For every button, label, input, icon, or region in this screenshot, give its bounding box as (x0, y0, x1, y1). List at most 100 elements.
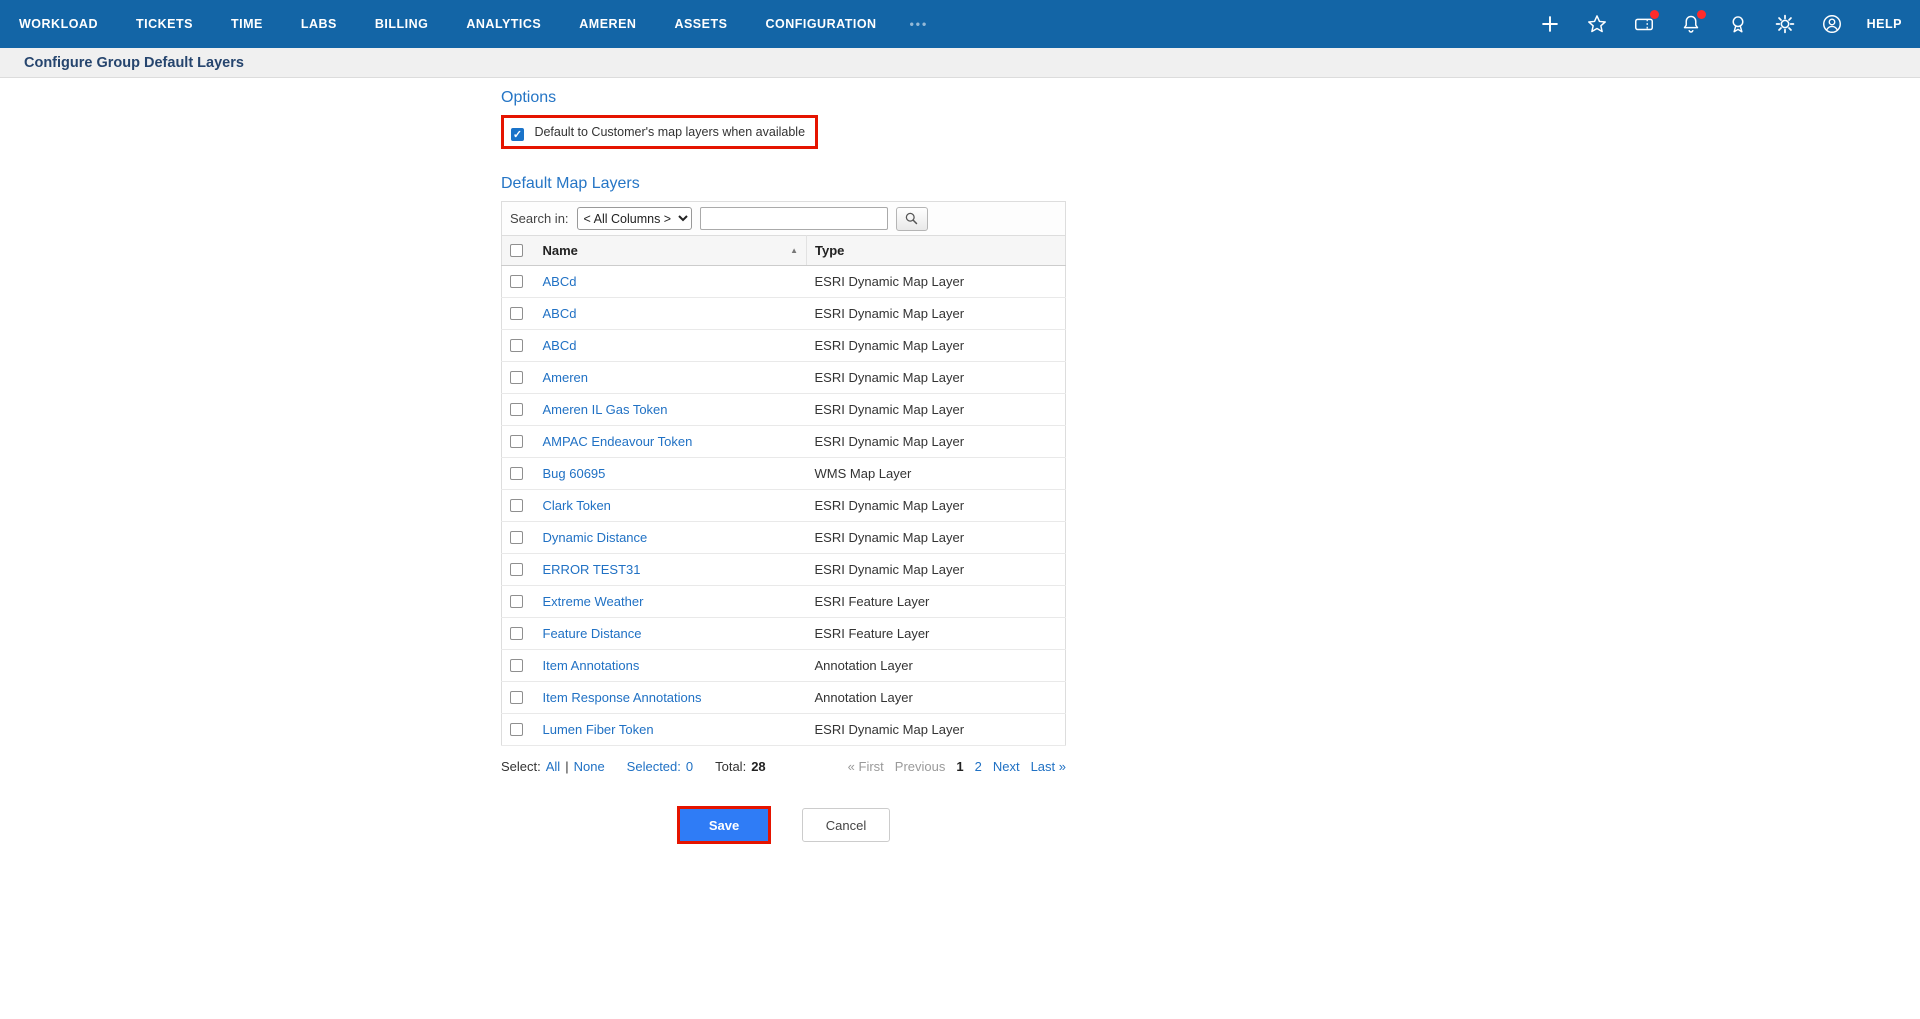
layer-type-cell: ESRI Dynamic Map Layer (806, 393, 1066, 426)
row-checkbox[interactable] (510, 627, 523, 640)
layer-name-link[interactable]: Ameren IL Gas Token (543, 402, 668, 417)
favorites-star-icon[interactable] (1585, 12, 1609, 36)
pagination-first: « First (847, 759, 884, 774)
layer-type-cell: ESRI Dynamic Map Layer (806, 297, 1066, 330)
select-all-checkbox[interactable] (510, 244, 523, 257)
layer-type-cell: ESRI Dynamic Map Layer (806, 361, 1066, 394)
nav-item-analytics[interactable]: ANALYTICS (447, 0, 560, 48)
layer-name-link[interactable]: Clark Token (543, 498, 611, 513)
selected-count: 0 (685, 759, 694, 774)
row-checkbox[interactable] (510, 371, 523, 384)
gear-icon[interactable] (1773, 12, 1797, 36)
layer-name-link[interactable]: Ameren (543, 370, 589, 385)
row-checkbox[interactable] (510, 499, 523, 512)
selected-label: Selected: (626, 759, 681, 774)
notification-dot (1696, 10, 1706, 19)
default-map-layers-heading: Default Map Layers (501, 175, 640, 192)
search-column-dropdown[interactable]: < All Columns > (576, 207, 692, 230)
row-checkbox[interactable] (510, 691, 523, 704)
layer-type-cell: ESRI Feature Layer (806, 617, 1066, 650)
row-checkbox[interactable] (510, 563, 523, 576)
layer-type-cell: WMS Map Layer (806, 457, 1066, 490)
layer-name-link[interactable]: Item Annotations (543, 658, 640, 673)
layer-type-cell: ESRI Dynamic Map Layer (806, 489, 1066, 522)
nav-item-billing[interactable]: BILLING (356, 0, 448, 48)
nav-right-toolbar: HELP (1538, 10, 1902, 36)
layer-type-cell: ESRI Dynamic Map Layer (806, 713, 1066, 746)
page-title-bar: Configure Group Default Layers (0, 48, 1920, 78)
nav-item-tickets[interactable]: TICKETS (117, 0, 212, 48)
annotation-highlight-save: Save (677, 806, 771, 844)
row-checkbox[interactable] (510, 531, 523, 544)
column-header-type[interactable]: Type (806, 235, 1066, 266)
nav-item-ameren[interactable]: AMEREN (560, 0, 655, 48)
total-count: 28 (751, 759, 766, 774)
row-checkbox[interactable] (510, 435, 523, 448)
layer-name-link[interactable]: ABCd (543, 274, 577, 289)
nav-item-workload[interactable]: WORKLOAD (0, 0, 117, 48)
layer-name-link[interactable]: Item Response Annotations (543, 690, 702, 705)
nav-more-button[interactable]: ••• (896, 17, 943, 31)
row-checkbox[interactable] (510, 275, 523, 288)
table-row: ABCd ESRI Dynamic Map Layer (501, 265, 1066, 298)
layer-type-cell: ESRI Dynamic Map Layer (806, 329, 1066, 362)
layer-type-cell: ESRI Dynamic Map Layer (806, 521, 1066, 554)
nav-item-labs[interactable]: LABS (282, 0, 356, 48)
save-button[interactable]: Save (680, 809, 768, 841)
layer-name-link[interactable]: Bug 60695 (543, 466, 606, 481)
layer-name-link[interactable]: ABCd (543, 338, 577, 353)
column-header-name[interactable]: Name ▲ (534, 235, 807, 266)
help-link[interactable]: HELP (1867, 17, 1902, 31)
layers-table: Name ▲ Type ABCd ESRI Dynamic Map Layer AB… (501, 235, 1066, 746)
search-input[interactable] (699, 207, 888, 230)
cancel-button[interactable]: Cancel (802, 808, 890, 842)
search-button[interactable] (895, 206, 928, 231)
row-checkbox[interactable] (510, 307, 523, 320)
table-row: Extreme Weather ESRI Feature Layer (501, 585, 1066, 618)
layer-name-link[interactable]: ABCd (543, 306, 577, 321)
table-row: Item Response Annotations Annotation Laye… (501, 681, 1066, 714)
nav-item-time[interactable]: TIME (212, 0, 282, 48)
nav-item-configuration[interactable]: CONFIGURATION (746, 0, 895, 48)
default-to-customer-layers-checkbox[interactable]: ✓ (511, 128, 524, 141)
layer-name-link[interactable]: Feature Distance (543, 626, 642, 641)
row-checkbox[interactable] (510, 659, 523, 672)
select-all-link[interactable]: All (546, 759, 560, 774)
sort-ascending-icon[interactable]: ▲ (790, 246, 798, 255)
table-row: Ameren IL Gas Token ESRI Dynamic Map Laye… (501, 393, 1066, 426)
layer-name-link[interactable]: Lumen Fiber Token (543, 722, 654, 737)
total-label: Total: (715, 759, 747, 774)
nav-menu: WORKLOAD TICKETS TIME LABS BILLING ANALYTICS A… (0, 0, 942, 48)
table-footer: Select: All | None Selected: 0 Total: 28… (501, 759, 1066, 774)
row-checkbox[interactable] (510, 403, 523, 416)
select-none-link[interactable]: None (574, 759, 605, 774)
pagination-page-1-current[interactable]: 1 (956, 759, 963, 774)
table-header-row: Name ▲ Type (501, 235, 1066, 266)
search-icon (905, 212, 918, 225)
pagination-page-2[interactable]: 2 (975, 759, 982, 774)
layer-name-link[interactable]: ERROR TEST31 (543, 562, 641, 577)
ticket-notifications-icon[interactable] (1632, 10, 1659, 36)
layer-type-cell: ESRI Dynamic Map Layer (806, 425, 1066, 458)
layer-name-link[interactable]: Dynamic Distance (543, 530, 648, 545)
layer-type-cell: ESRI Dynamic Map Layer (806, 265, 1066, 298)
row-checkbox[interactable] (510, 339, 523, 352)
row-checkbox[interactable] (510, 595, 523, 608)
pagination-next[interactable]: Next (993, 759, 1020, 774)
pagination-last[interactable]: Last » (1031, 759, 1066, 774)
layer-name-link[interactable]: AMPAC Endeavour Token (543, 434, 693, 449)
layer-name-link[interactable]: Extreme Weather (543, 594, 644, 609)
notification-dot (1649, 10, 1659, 19)
row-checkbox[interactable] (510, 723, 523, 736)
select-label: Select: (501, 759, 541, 774)
badge-icon[interactable] (1726, 12, 1750, 36)
nav-item-assets[interactable]: ASSETS (655, 0, 746, 48)
row-checkbox[interactable] (510, 467, 523, 480)
user-profile-icon[interactable] (1820, 12, 1844, 36)
table-row: AMPAC Endeavour Token ESRI Dynamic Map La… (501, 425, 1066, 458)
annotation-highlight-checkbox: ✓ Default to Customer's map layers when … (501, 115, 819, 149)
add-icon[interactable] (1538, 12, 1562, 36)
bell-icon[interactable] (1679, 10, 1706, 36)
options-section: Options ✓ Default to Customer's map laye… (501, 89, 1066, 161)
default-to-customer-layers-label: Default to Customer's map layers when av… (534, 125, 806, 139)
